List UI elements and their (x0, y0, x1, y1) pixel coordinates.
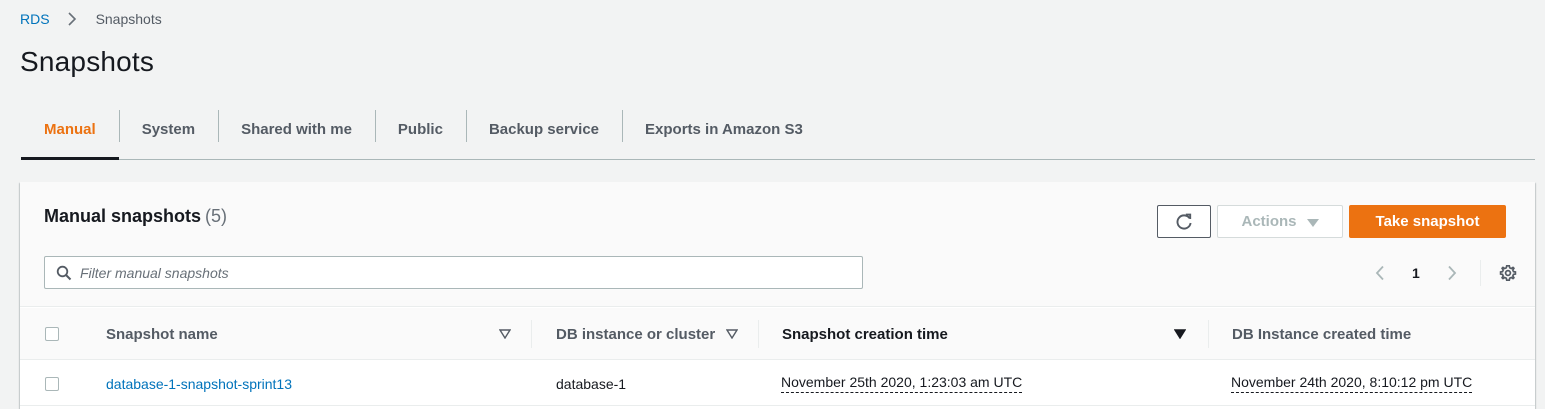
tab-backup-service[interactable]: Backup service (465, 100, 622, 159)
actions-dropdown[interactable]: Actions (1217, 205, 1343, 238)
snapshot-count: (5) (205, 206, 228, 226)
db-instance-created-time[interactable]: November 24th 2020, 8:10:12 pm UTC (1231, 374, 1473, 393)
sort-descending-icon[interactable] (1174, 329, 1186, 339)
breadcrumb: RDS Snapshots (20, 10, 162, 28)
column-header-snapshot-name[interactable]: Snapshot name (106, 308, 218, 360)
panel-header: Manual snapshots (5) Actions Take snapsho… (20, 182, 1535, 307)
column-divider (531, 320, 532, 348)
chevron-left-icon (1375, 265, 1384, 281)
refresh-button[interactable] (1157, 205, 1211, 238)
breadcrumb-current: Snapshots (95, 11, 162, 27)
column-header-db-instance[interactable]: DB instance or cluster (556, 308, 715, 360)
column-header-snapshot-creation-time[interactable]: Snapshot creation time (782, 308, 948, 360)
cell-snapshot-creation-time: November 25th 2020, 1:23:03 am UTC (781, 361, 1023, 406)
tab-exports-in-amazon-s3[interactable]: Exports in Amazon S3 (622, 100, 826, 159)
breadcrumb-link-rds[interactable]: RDS (20, 11, 50, 27)
row-select-cell (45, 361, 59, 406)
sort-icon[interactable] (499, 329, 511, 339)
page-title: Snapshots (20, 46, 155, 77)
column-divider (1208, 320, 1209, 348)
tab-system[interactable]: System (118, 100, 218, 159)
panel-title-text: Manual snapshots (44, 206, 202, 226)
pager-divider (1479, 260, 1481, 286)
table-header: Snapshot name DB instance or cluster Sna… (20, 308, 1535, 360)
select-all-checkbox[interactable] (45, 327, 59, 341)
column-divider (758, 320, 759, 348)
tab-shared-with-me[interactable]: Shared with me (218, 100, 375, 159)
tab-bar: Manual System Shared with me Public Back… (21, 100, 1535, 160)
search-icon (56, 265, 72, 280)
previous-page-button[interactable] (1370, 262, 1390, 284)
select-all-cell (45, 308, 59, 360)
cell-db-instance: database-1 (556, 375, 627, 392)
tab-public[interactable]: Public (374, 100, 466, 159)
snapshot-name-link[interactable]: database-1-snapshot-sprint13 (106, 376, 292, 392)
column-header-db-instance-created-time[interactable]: DB Instance created time (1232, 308, 1411, 360)
cell-db-instance-created-time: November 24th 2020, 8:10:12 pm UTC (1231, 361, 1473, 406)
actions-label: Actions (1241, 213, 1297, 230)
chevron-right-icon (62, 10, 82, 28)
pagination: 1 (1370, 260, 1517, 286)
filter-box (44, 256, 863, 289)
row-checkbox[interactable] (45, 376, 59, 391)
page-number[interactable]: 1 (1412, 265, 1420, 281)
preferences-button[interactable] (1499, 264, 1517, 282)
gear-icon (1499, 264, 1517, 282)
filter-input[interactable] (80, 264, 840, 281)
chevron-right-icon (1448, 265, 1457, 281)
sort-icon[interactable] (726, 329, 738, 339)
tab-manual[interactable]: Manual (21, 100, 119, 160)
take-snapshot-button[interactable]: Take snapshot (1349, 205, 1506, 238)
panel-title: Manual snapshots (5) (44, 206, 227, 227)
caret-down-icon (1306, 218, 1319, 227)
next-page-button[interactable] (1442, 262, 1462, 284)
table-row: database-1-snapshot-sprint13 database-1 … (20, 361, 1535, 406)
snapshot-creation-time[interactable]: November 25th 2020, 1:23:03 am UTC (781, 374, 1023, 393)
refresh-icon (1176, 213, 1192, 229)
manual-snapshots-panel: Manual snapshots (5) Actions Take snapsho… (20, 182, 1535, 409)
cell-snapshot-name: database-1-snapshot-sprint13 (106, 361, 292, 406)
